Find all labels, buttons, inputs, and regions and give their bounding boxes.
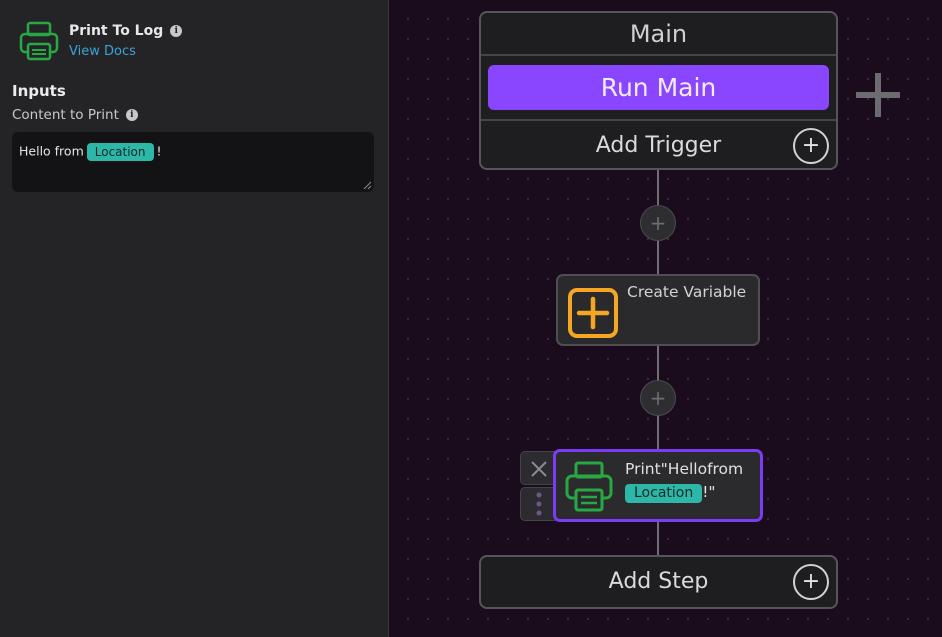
content-to-print-input[interactable]: Hello from Location! (12, 132, 374, 192)
add-step-card[interactable]: Add Step + (479, 555, 838, 609)
add-trigger-plus-icon[interactable]: + (793, 128, 829, 164)
printer-icon (19, 21, 59, 61)
connector-line (657, 522, 659, 556)
run-main-button[interactable]: Run Main (488, 65, 829, 110)
step-title: Print To Log i (69, 23, 183, 39)
print-to-log-node[interactable]: Print"Hellofrom Location !" (553, 449, 763, 522)
input-text-suffix: ! (156, 143, 162, 159)
step-settings-panel: Print To Log i View Docs Inputs Content … (0, 0, 389, 637)
input-text-prefix: Hello from (19, 143, 84, 159)
field-info-icon[interactable]: i (125, 109, 138, 121)
step-title-text: Print To Log (69, 23, 164, 39)
main-flow-card: Main Run Main Add Trigger + (479, 11, 838, 170)
node-label: Create Variable (627, 283, 747, 301)
add-trigger-label: Add Trigger (595, 133, 722, 158)
location-variable-token[interactable]: Location (86, 143, 154, 161)
add-flow-plus-icon[interactable] (856, 73, 900, 117)
inputs-heading: Inputs (12, 82, 66, 100)
content-to-print-label: Content to Print i (12, 107, 138, 123)
create-variable-node[interactable]: Create Variable (556, 274, 760, 346)
info-icon[interactable]: i (170, 25, 183, 37)
insert-step-plus-icon[interactable]: + (640, 380, 676, 416)
add-step-plus-icon[interactable]: + (793, 564, 829, 600)
add-trigger-row[interactable]: Add Trigger + (481, 119, 836, 168)
add-step-label: Add Step (608, 569, 709, 594)
print-label-prefix: Print"Hellofrom (625, 460, 744, 478)
print-label-suffix: !" (702, 483, 716, 501)
view-docs-link[interactable]: View Docs (69, 44, 136, 59)
resize-handle-icon[interactable] (363, 181, 372, 190)
printer-icon (565, 461, 613, 512)
insert-step-plus-icon[interactable]: + (640, 205, 676, 241)
node-label: Print"Hellofrom Location !" (625, 458, 743, 504)
location-variable-token: Location (625, 484, 703, 503)
plus-square-icon (568, 288, 618, 338)
flow-title: Main (481, 13, 836, 56)
workflow-canvas[interactable]: Main Run Main Add Trigger + + Create Var… (389, 0, 942, 637)
field-label-text: Content to Print (12, 107, 119, 123)
